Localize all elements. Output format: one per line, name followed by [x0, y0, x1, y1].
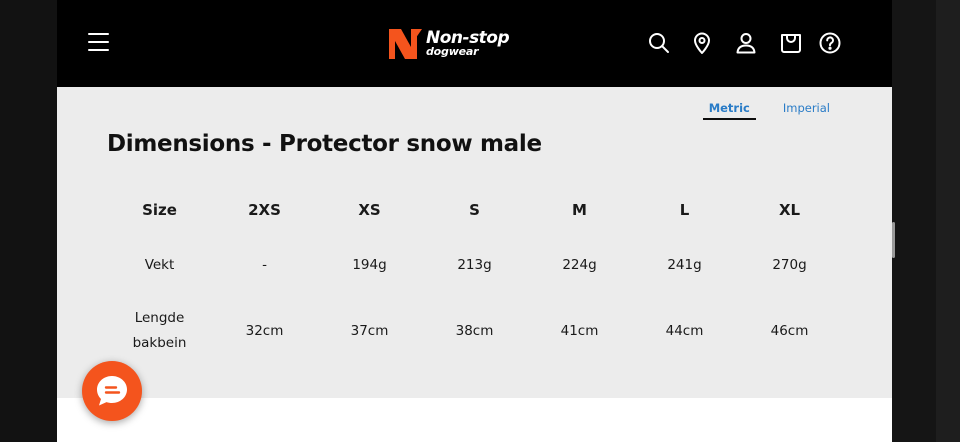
- table-cell: 194g: [352, 257, 387, 273]
- right-margin: [892, 0, 960, 442]
- site-header: Non-stop dogwear: [57, 0, 892, 87]
- scrollbar-thumb[interactable]: [892, 222, 895, 258]
- header-xl: XL: [778, 200, 801, 219]
- table-cell: -: [262, 257, 267, 273]
- header-l: L: [679, 200, 690, 219]
- table-cell: 241g: [667, 257, 702, 273]
- chat-icon: [97, 376, 127, 406]
- table-cell: 44cm: [665, 322, 704, 339]
- header-2xs: 2XS: [248, 200, 281, 219]
- table-cell: 41cm: [560, 322, 599, 339]
- unit-tabs: Metric Imperial: [702, 101, 836, 120]
- table-cell: 37cm: [350, 322, 389, 339]
- chat-button[interactable]: [82, 361, 142, 421]
- table-cell: 38cm: [455, 322, 494, 339]
- dimensions-section: Metric Imperial Dimensions - Protector s…: [57, 87, 892, 398]
- table-header-row: Size 2XS XS S M L XL: [107, 187, 842, 232]
- logo-mark-icon: [389, 29, 422, 59]
- help-icon[interactable]: [818, 31, 842, 55]
- dimensions-title: Dimensions - Protector snow male: [107, 131, 542, 157]
- row-label-line2: bakbein: [132, 335, 187, 351]
- header-s: S: [469, 200, 480, 219]
- right-edge: [936, 0, 960, 442]
- table-cell: 46cm: [770, 322, 809, 339]
- header-xs: XS: [358, 200, 381, 219]
- tab-imperial[interactable]: Imperial: [777, 101, 836, 120]
- table-cell: 32cm: [245, 322, 284, 339]
- table-cell: 270g: [772, 257, 807, 273]
- brand-logo[interactable]: Non-stop dogwear: [387, 24, 527, 62]
- table-cell: 224g: [562, 257, 597, 273]
- row-label-weight: Vekt: [144, 257, 175, 273]
- header-size: Size: [142, 200, 177, 219]
- header-m: M: [572, 200, 587, 219]
- table-cell: 213g: [457, 257, 492, 273]
- table-row-weight: Vekt - 194g 213g 224g 241g 270g: [107, 232, 842, 298]
- cart-icon[interactable]: [779, 31, 803, 55]
- row-label-line1: Lengde: [134, 310, 185, 326]
- account-icon[interactable]: [734, 31, 758, 55]
- tab-metric[interactable]: Metric: [702, 101, 756, 120]
- row-label-hind-leg-length: Lengde bakbein: [107, 298, 212, 364]
- page: Non-stop dogwear Metric Imperial Dimensi…: [57, 0, 892, 442]
- search-icon[interactable]: [647, 31, 671, 55]
- location-icon[interactable]: [690, 31, 714, 55]
- left-margin: [0, 0, 57, 442]
- size-table: Size 2XS XS S M L XL Vekt - 194g 213g 22…: [107, 187, 842, 364]
- menu-icon[interactable]: [88, 32, 110, 52]
- logo-text-primary: Non-stop: [426, 27, 510, 48]
- table-row-hind-leg-length: Lengde bakbein 32cm 37cm 38cm 41cm 44cm …: [107, 298, 842, 364]
